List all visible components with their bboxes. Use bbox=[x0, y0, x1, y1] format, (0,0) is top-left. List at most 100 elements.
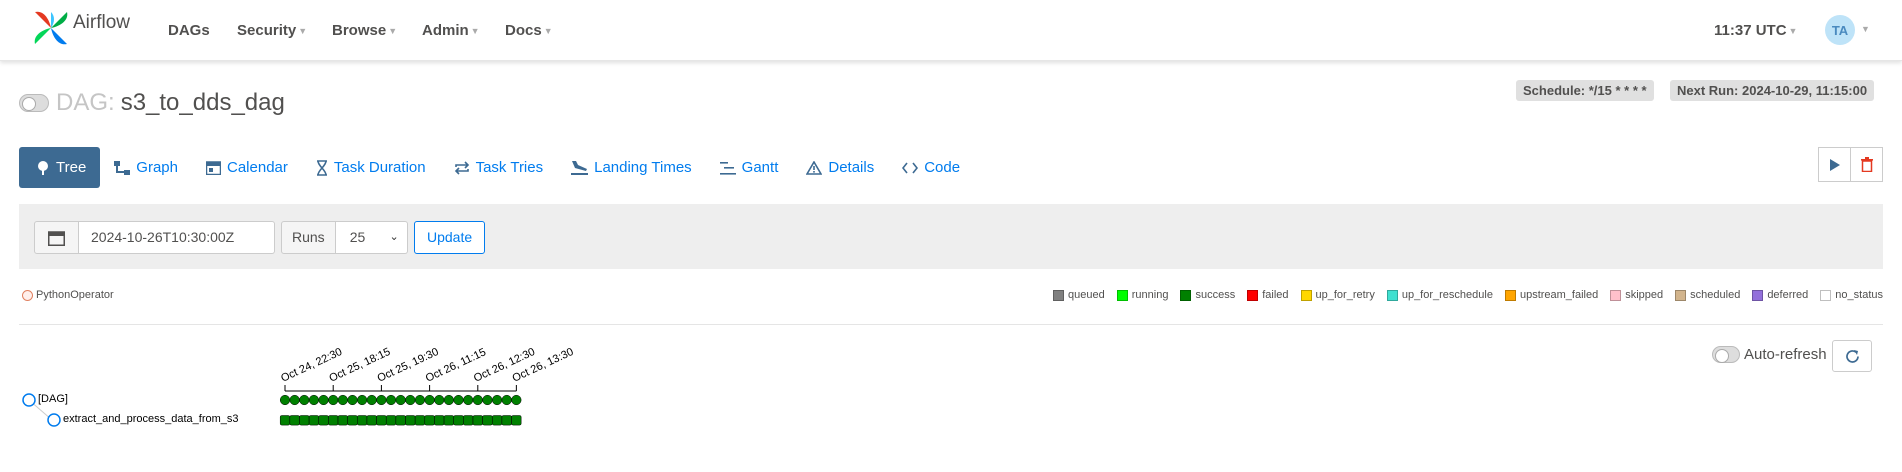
chevron-down-icon[interactable]: ▼ bbox=[1861, 24, 1870, 34]
task-instance-square[interactable] bbox=[308, 415, 319, 426]
legend-item-no-status: no_status bbox=[1820, 289, 1883, 301]
dag-run-circle[interactable] bbox=[443, 394, 454, 406]
task-instance-square[interactable] bbox=[385, 415, 397, 426]
user-avatar[interactable]: TA bbox=[1825, 15, 1855, 45]
dag-run-circle[interactable] bbox=[376, 394, 387, 406]
nav-admin[interactable]: Admin ▼ bbox=[422, 22, 480, 39]
dag-run-circle[interactable] bbox=[347, 394, 358, 406]
base-date-picker-button[interactable] bbox=[34, 221, 79, 254]
dag-run-circle[interactable] bbox=[492, 394, 503, 406]
dag-run-circle[interactable] bbox=[501, 394, 512, 406]
base-date-group: 2024-10-26T10:30:00Z bbox=[34, 221, 275, 254]
dag-node-label[interactable]: [DAG] bbox=[38, 393, 68, 405]
tab-calendar[interactable]: Calendar bbox=[192, 147, 302, 188]
dag-run-circle[interactable] bbox=[308, 394, 319, 406]
task-instance-square[interactable] bbox=[279, 415, 291, 426]
task-instance-square[interactable] bbox=[328, 415, 339, 426]
legend-label: deferred bbox=[1767, 289, 1809, 301]
task-instance-square[interactable] bbox=[443, 415, 454, 426]
dag-run-circle[interactable] bbox=[357, 394, 368, 406]
graph-icon bbox=[114, 160, 131, 175]
task-instance-square[interactable] bbox=[366, 415, 377, 426]
update-button[interactable]: Update bbox=[414, 221, 486, 254]
task-instance-square[interactable] bbox=[376, 415, 387, 426]
tab-gantt[interactable]: Gantt bbox=[706, 147, 793, 188]
task-instance-square[interactable] bbox=[463, 415, 474, 426]
trigger-dag-button[interactable] bbox=[1818, 147, 1851, 182]
task-instance-square[interactable] bbox=[414, 415, 426, 426]
dag-pause-toggle[interactable] bbox=[19, 94, 49, 112]
nav-dags[interactable]: DAGs bbox=[168, 22, 210, 39]
num-runs-select[interactable]: 25 ⌄ bbox=[335, 221, 408, 254]
top-navbar: Airflow DAGs Security ▼ Browse ▼ Admin ▼ Do… bbox=[0, 0, 1902, 61]
code-icon bbox=[902, 162, 919, 173]
dag-run-circle[interactable] bbox=[424, 394, 435, 406]
delete-dag-button[interactable] bbox=[1850, 147, 1883, 182]
nav-security-label: Security bbox=[237, 22, 297, 39]
task-instance-square[interactable] bbox=[501, 415, 512, 426]
task-node-circle[interactable] bbox=[47, 413, 61, 427]
task-instance-square[interactable] bbox=[299, 415, 310, 426]
task-instance-square[interactable] bbox=[347, 415, 358, 426]
dag-run-circle[interactable] bbox=[405, 394, 416, 406]
plane-landing-icon bbox=[571, 161, 589, 175]
dag-run-circle[interactable] bbox=[279, 394, 291, 406]
dag-run-circle[interactable] bbox=[299, 394, 310, 406]
legend-item-upstream-failed: upstream_failed bbox=[1504, 289, 1598, 301]
dag-run-circle[interactable] bbox=[472, 394, 483, 406]
task-instance-square[interactable] bbox=[337, 415, 348, 426]
task-instance-square[interactable] bbox=[424, 415, 435, 426]
tab-task-duration[interactable]: Task Duration bbox=[302, 147, 440, 188]
task-instance-square[interactable] bbox=[318, 415, 329, 426]
dag-run-circle[interactable] bbox=[482, 394, 493, 406]
base-date-input[interactable]: 2024-10-26T10:30:00Z bbox=[79, 221, 275, 254]
tab-code[interactable]: Code bbox=[888, 147, 974, 188]
task-instance-square[interactable] bbox=[511, 415, 522, 426]
task-instance-square[interactable] bbox=[289, 415, 300, 426]
dag-node-circle[interactable] bbox=[22, 393, 36, 407]
timezone-clock[interactable]: 11:37 UTC ▼ bbox=[1714, 22, 1797, 39]
dag-run-circle[interactable] bbox=[337, 394, 348, 406]
tab-details[interactable]: Details bbox=[792, 147, 888, 188]
tab-tree[interactable]: Tree bbox=[19, 147, 101, 188]
dag-title: DAG: s3_to_dds_dag bbox=[19, 89, 285, 117]
refresh-button[interactable] bbox=[1832, 340, 1872, 372]
task-instance-square[interactable] bbox=[395, 415, 406, 426]
nav-security[interactable]: Security ▼ bbox=[237, 22, 307, 39]
task-node-label[interactable]: extract_and_process_data_from_s3 bbox=[63, 413, 239, 425]
dag-run-circle[interactable] bbox=[453, 394, 464, 406]
task-instance-square[interactable] bbox=[472, 415, 483, 426]
operator-legend: PythonOperator bbox=[22, 289, 114, 301]
dag-run-circle[interactable] bbox=[328, 394, 339, 406]
dag-run-circle[interactable] bbox=[289, 394, 300, 406]
tab-graph[interactable]: Graph bbox=[100, 147, 192, 188]
task-instance-square[interactable] bbox=[357, 415, 368, 426]
legend-swatch bbox=[1116, 289, 1128, 301]
dag-run-circle[interactable] bbox=[414, 394, 426, 406]
dag-run-circle[interactable] bbox=[395, 394, 406, 406]
dag-run-circle[interactable] bbox=[463, 394, 474, 406]
dag-run-circle[interactable] bbox=[434, 394, 445, 406]
dag-run-circle[interactable] bbox=[385, 394, 397, 406]
task-instance-square[interactable] bbox=[492, 415, 503, 426]
task-instance-square[interactable] bbox=[482, 415, 493, 426]
tab-landing-times[interactable]: Landing Times bbox=[557, 147, 706, 188]
task-instance-square[interactable] bbox=[453, 415, 464, 426]
task-instance-square[interactable] bbox=[434, 415, 445, 426]
dag-run-circle[interactable] bbox=[366, 394, 377, 406]
airflow-brand-link[interactable]: Airflow bbox=[33, 10, 130, 46]
auto-refresh: Auto-refresh bbox=[1712, 346, 1827, 363]
dag-run-circle[interactable] bbox=[511, 394, 522, 406]
tree-filter-form: 2024-10-26T10:30:00Z Runs 25 ⌄ Update bbox=[19, 204, 1883, 269]
nav-docs[interactable]: Docs ▼ bbox=[505, 22, 553, 39]
legend-swatch bbox=[1675, 289, 1687, 301]
dag-run-circle[interactable] bbox=[318, 394, 329, 406]
nav-browse[interactable]: Browse ▼ bbox=[332, 22, 397, 39]
legend-item-queued: queued bbox=[1053, 289, 1105, 301]
tab-task-tries[interactable]: Task Tries bbox=[440, 147, 558, 188]
operator-name: PythonOperator bbox=[36, 289, 114, 301]
legend-swatch bbox=[1053, 289, 1065, 301]
auto-refresh-toggle[interactable] bbox=[1712, 346, 1740, 363]
repeat-icon bbox=[454, 160, 469, 175]
task-instance-square[interactable] bbox=[405, 415, 416, 426]
